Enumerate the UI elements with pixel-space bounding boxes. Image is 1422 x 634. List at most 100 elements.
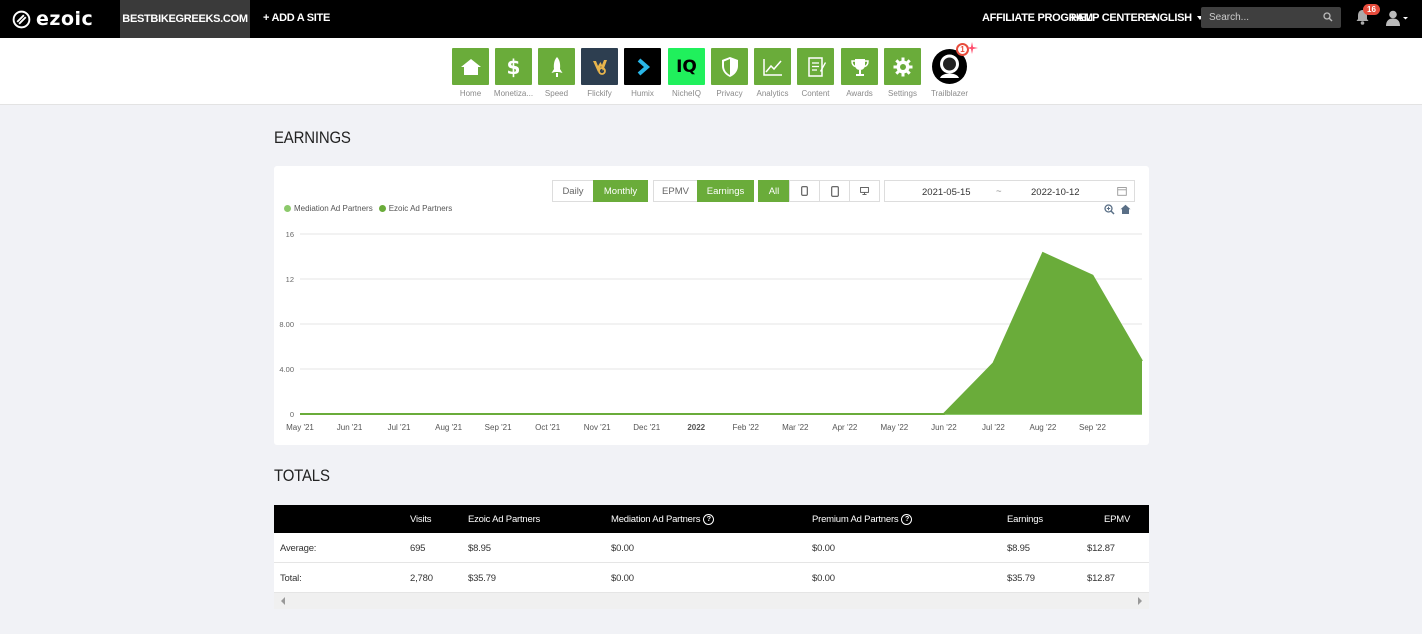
app-privacy[interactable]: Privacy (711, 48, 748, 98)
x-tick-label: Jun '21 (337, 423, 363, 432)
shield-icon (721, 56, 738, 77)
y-tick-label: 8.00 (279, 320, 294, 329)
x-tick-label: Apr '22 (832, 423, 858, 432)
col-label: Premium Ad Partners (812, 514, 899, 525)
col-label: Visits (410, 514, 432, 525)
home-icon (460, 58, 481, 75)
ezoic-logo[interactable]: ezoic (12, 8, 93, 30)
col-earnings: Earnings (1007, 514, 1043, 525)
dollar-icon: $ (506, 54, 521, 79)
row-label: Total: (280, 573, 302, 584)
x-tick-label: Sep '21 (485, 423, 512, 432)
app-awards[interactable]: Awards (841, 48, 878, 98)
app-tile (884, 48, 921, 85)
col-mediation-ad-partners: Mediation Ad Partners? (611, 514, 715, 525)
col-label: Mediation Ad Partners (611, 514, 701, 525)
cell-ezoic: $8.95 (468, 543, 491, 554)
x-tick-label: Jul '22 (982, 423, 1005, 432)
app-trailblazer[interactable]: 1 Trailblazer (931, 42, 978, 98)
cell-visits: 695 (410, 543, 426, 554)
earnings-chart-card: Daily Monthly EPMV Earnings All 2021-05-… (274, 166, 1149, 445)
app-home[interactable]: Home (452, 48, 489, 98)
col-visits: Visits (410, 514, 432, 525)
logo-text: ezoic (36, 8, 94, 30)
cell-earnings: $8.95 (1007, 543, 1030, 554)
app-tile (538, 48, 575, 85)
search-icon[interactable] (1323, 12, 1333, 22)
scroll-left-icon[interactable] (280, 597, 286, 605)
app-tile (711, 48, 748, 85)
analytics-icon (762, 58, 782, 76)
app-tile (581, 48, 618, 85)
x-tick-label: May '21 (286, 423, 314, 432)
y-tick-label: 12 (286, 275, 294, 284)
user-icon[interactable] (1386, 10, 1408, 26)
search-input[interactable] (1201, 7, 1319, 28)
x-tick-label: Sep '22 (1079, 423, 1106, 432)
x-tick-label: Jul '21 (388, 423, 411, 432)
y-tick-label: 0 (290, 410, 294, 419)
app-settings[interactable]: Settings (884, 48, 921, 98)
app-speed[interactable]: Speed (538, 48, 575, 98)
help-icon[interactable]: ? (703, 514, 715, 525)
app-flickify[interactable]: Flickify (581, 48, 618, 98)
x-tick-label: 2022 (687, 423, 705, 432)
totals-title: TOTALS (274, 466, 330, 485)
earnings-area-chart: 0 4.00 8.00 12 16 May '21 Jun '21 Jul '21 Aug '2… (279, 230, 1143, 432)
col-label: Ezoic Ad Partners (468, 514, 541, 525)
trophy-icon (850, 58, 869, 76)
site-selector[interactable]: BESTBIKEGREEKS.COM (120, 0, 250, 38)
x-tick-label: May '22 (880, 423, 908, 432)
ezoic-logo-icon (12, 10, 31, 28)
cell-mediation: $0.00 (611, 573, 634, 584)
app-analytics[interactable]: Analytics (754, 48, 791, 98)
col-epmv: EPMV (1104, 514, 1130, 525)
col-premium-ad-partners: Premium Ad Partners? (812, 514, 913, 525)
scroll-right-icon[interactable] (1137, 597, 1143, 605)
col-ezoic-ad-partners: Ezoic Ad Partners (468, 514, 540, 525)
table-row: Total: 2,780 $35.79 $0.00 $0.00 $35.79 $… (274, 563, 1149, 593)
flickify-icon (592, 59, 607, 75)
totals-table: Visits Ezoic Ad Partners Mediation Ad Pa… (274, 505, 1149, 609)
language-menu[interactable]: ENGLISH (1145, 12, 1203, 24)
app-humix[interactable]: Humix (624, 48, 661, 98)
content-icon (807, 56, 826, 77)
humix-icon (637, 57, 650, 76)
x-tick-label: Jun '22 (931, 423, 957, 432)
app-tile (841, 48, 878, 85)
cell-premium: $0.00 (812, 573, 835, 584)
app-tile (797, 48, 834, 85)
table-header: Visits Ezoic Ad Partners Mediation Ad Pa… (274, 505, 1149, 533)
cell-epmv: $12.87 (1087, 543, 1115, 554)
help-center-label: HELP CENTER (1071, 12, 1146, 24)
app-nicheiq[interactable]: IQ NicheIQ (668, 48, 705, 98)
help-icon[interactable]: ? (901, 514, 913, 525)
app-tile: IQ (668, 48, 705, 85)
row-label: Average: (280, 543, 317, 554)
language-label: ENGLISH (1145, 12, 1192, 24)
x-tick-label: Nov '21 (584, 423, 611, 432)
add-site-link[interactable]: + ADD A SITE (263, 12, 330, 24)
col-label: Earnings (1007, 514, 1043, 525)
top-navbar: ezoic BESTBIKEGREEKS.COM + ADD A SITE AF… (0, 0, 1422, 38)
app-tile (624, 48, 661, 85)
help-center-menu[interactable]: HELP CENTER (1071, 12, 1157, 24)
app-label: Trailblazer (930, 89, 969, 98)
app-content[interactable]: Content (797, 48, 834, 98)
horizontal-scrollbar[interactable] (274, 593, 1149, 609)
rocket-icon (551, 56, 562, 77)
col-label: EPMV (1104, 514, 1131, 525)
site-name: BESTBIKEGREEKS.COM (122, 13, 248, 25)
x-tick-label: Oct '21 (535, 423, 561, 432)
earnings-title: EARNINGS (274, 128, 351, 147)
y-tick-label: 16 (286, 230, 294, 239)
cell-mediation: $0.00 (611, 543, 634, 554)
sparkle-icon (966, 42, 978, 54)
app-monetization[interactable]: $ Monetiza... (494, 48, 533, 98)
app-tile (754, 48, 791, 85)
x-tick-label: Feb '22 (733, 423, 760, 432)
y-tick-label: 4.00 (279, 365, 294, 374)
gear-icon (893, 57, 912, 76)
cell-earnings: $35.79 (1007, 573, 1035, 584)
series-area-1 (300, 253, 1142, 414)
